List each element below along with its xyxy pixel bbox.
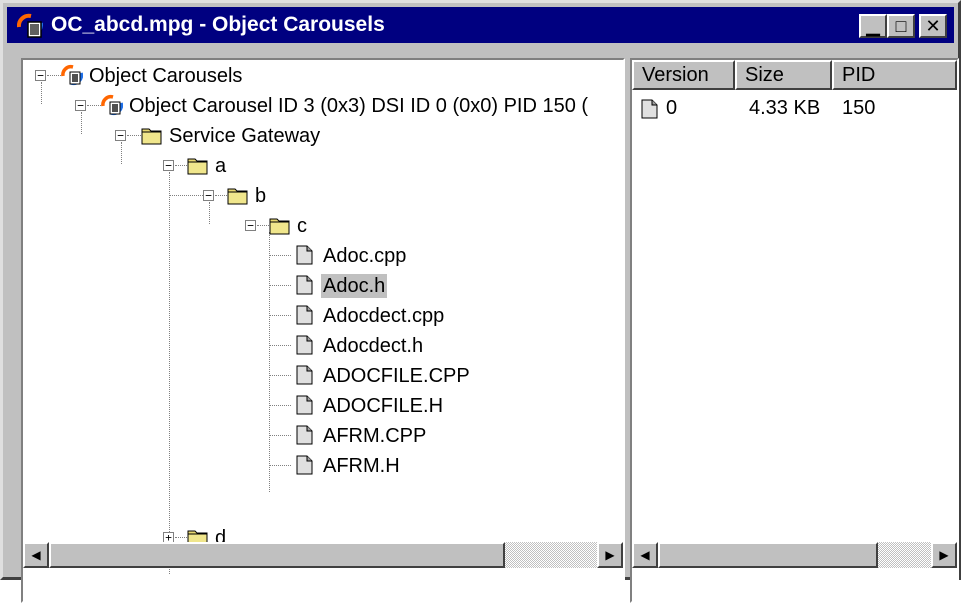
tree-item-label: Adocdect.h <box>323 335 424 357</box>
file-icon <box>296 425 313 445</box>
scroll-right-button[interactable]: ▶ <box>931 542 957 568</box>
tree-guide <box>269 285 291 286</box>
window-title: OC_abcd.mpg - Object Carousels <box>51 13 385 36</box>
tree-guide <box>269 345 291 346</box>
tree-item-object-carousels[interactable]: − Object Carousels <box>23 62 623 92</box>
collapse-icon[interactable]: − <box>115 130 126 141</box>
tree-guide <box>47 75 61 76</box>
tree-item-file[interactable]: AFRM.H <box>23 452 623 482</box>
tree-item-folder-b[interactable]: − b <box>23 182 623 212</box>
tree-item-file[interactable]: Adocdect.h <box>23 332 623 362</box>
tree-item-label: Adoc.h <box>321 274 388 298</box>
file-icon <box>296 275 313 295</box>
maximize-button[interactable]: □ <box>887 14 915 38</box>
tree-item-label: ADOCFILE.CPP <box>323 365 470 387</box>
cell-size: 4.33 KB <box>749 97 821 119</box>
tree-item-label: Adocdect.cpp <box>323 305 445 327</box>
file-icon <box>296 305 313 325</box>
list-header: Version Size PID <box>632 60 957 90</box>
maximize-icon: □ <box>895 16 907 36</box>
file-icon <box>296 395 313 415</box>
tree-horizontal-scrollbar[interactable]: ◀ ▶ <box>23 542 623 568</box>
list-view[interactable]: Version Size PID 0 4.33 KB 150 ◀ ▶ <box>630 58 959 603</box>
cell-pid: 150 <box>842 97 876 119</box>
collapse-icon[interactable]: − <box>245 220 256 231</box>
collapse-icon[interactable]: − <box>35 70 46 81</box>
arrow-left-icon: ◀ <box>640 548 650 562</box>
minimize-button[interactable]: ▁ <box>859 14 887 38</box>
minimize-icon: ▁ <box>866 16 880 36</box>
tree-item-label: c <box>297 215 307 237</box>
tree-item-folder-c[interactable]: − c <box>23 212 623 242</box>
tree-item-label: Object Carousel ID 3 (0x3) DSI ID 0 (0x0… <box>129 95 589 117</box>
close-icon: ✕ <box>925 16 941 36</box>
tree-item-label: a <box>215 155 227 177</box>
folder-icon <box>227 188 248 205</box>
cell-version: 0 <box>666 97 678 119</box>
file-icon <box>296 455 313 475</box>
tree-item-folder-a[interactable]: − a <box>23 152 623 182</box>
scroll-thumb[interactable] <box>49 542 505 568</box>
scroll-left-button[interactable]: ◀ <box>632 542 658 568</box>
close-button[interactable]: ✕ <box>919 14 947 38</box>
tree-guide <box>269 465 291 466</box>
folder-icon <box>187 158 208 175</box>
collapse-icon[interactable]: − <box>75 100 86 111</box>
arrow-left-icon: ◀ <box>31 548 41 562</box>
tree-item-file[interactable]: ADOCFILE.H <box>23 392 623 422</box>
tree-item-file[interactable]: ADOCFILE.CPP <box>23 362 623 392</box>
tree-guide <box>87 105 101 106</box>
file-icon <box>296 245 313 265</box>
object-carousel-icon <box>61 64 83 86</box>
tree-item-file[interactable]: Adoc.cpp <box>23 242 623 272</box>
tree-guide <box>269 405 291 406</box>
scroll-thumb[interactable] <box>658 542 878 568</box>
tree-guide <box>269 435 291 436</box>
tree-item-label: Object Carousels <box>89 65 243 87</box>
tree-item-file[interactable]: Adocdect.cpp <box>23 302 623 332</box>
tree-guide <box>127 135 141 136</box>
scroll-left-button[interactable]: ◀ <box>23 542 49 568</box>
tree-item-file-selected[interactable]: Adoc.h <box>23 272 623 302</box>
arrow-right-icon: ▶ <box>605 548 615 562</box>
list-horizontal-scrollbar[interactable]: ◀ ▶ <box>632 542 957 568</box>
tree-item-carousel-3[interactable]: − Object Carousel ID 3 (0x3) DSI ID 0 (0… <box>23 92 623 122</box>
tree-item-file[interactable]: AFRM.CPP <box>23 422 623 452</box>
main-window: OC_abcd.mpg - Object Carousels ▁ □ ✕ − O… <box>0 0 961 603</box>
tree-item-label: b <box>255 185 267 207</box>
tree-guide <box>269 255 291 256</box>
folder-icon <box>141 128 162 145</box>
collapse-icon[interactable]: − <box>163 160 174 171</box>
file-icon <box>296 365 313 385</box>
object-carousel-icon <box>101 94 123 116</box>
arrow-right-icon: ▶ <box>939 548 949 562</box>
column-header-size[interactable]: Size <box>735 60 832 90</box>
title-bar[interactable]: OC_abcd.mpg - Object Carousels ▁ □ ✕ <box>7 7 954 43</box>
column-header-pid[interactable]: PID <box>832 60 957 90</box>
tree-guide <box>169 195 203 196</box>
tree-item-label: ADOCFILE.H <box>323 395 444 417</box>
tree-item-label: Adoc.cpp <box>323 245 407 267</box>
scroll-right-button[interactable]: ▶ <box>597 542 623 568</box>
file-icon <box>641 99 658 119</box>
tree-item-label: AFRM.H <box>323 455 400 477</box>
file-icon <box>296 335 313 355</box>
tree-guide <box>269 315 291 316</box>
tree-item-label: Service Gateway <box>169 125 321 147</box>
folder-icon <box>269 218 290 235</box>
column-header-version[interactable]: Version <box>632 60 735 90</box>
tree-guide <box>269 375 291 376</box>
collapse-icon[interactable]: − <box>203 190 214 201</box>
app-icon[interactable] <box>15 11 45 39</box>
tree-view[interactable]: − Object Carousels − Object Carousel ID … <box>21 58 625 603</box>
tree-item-label: AFRM.CPP <box>323 425 427 447</box>
tree-item-service-gateway[interactable]: − Service Gateway <box>23 122 623 152</box>
